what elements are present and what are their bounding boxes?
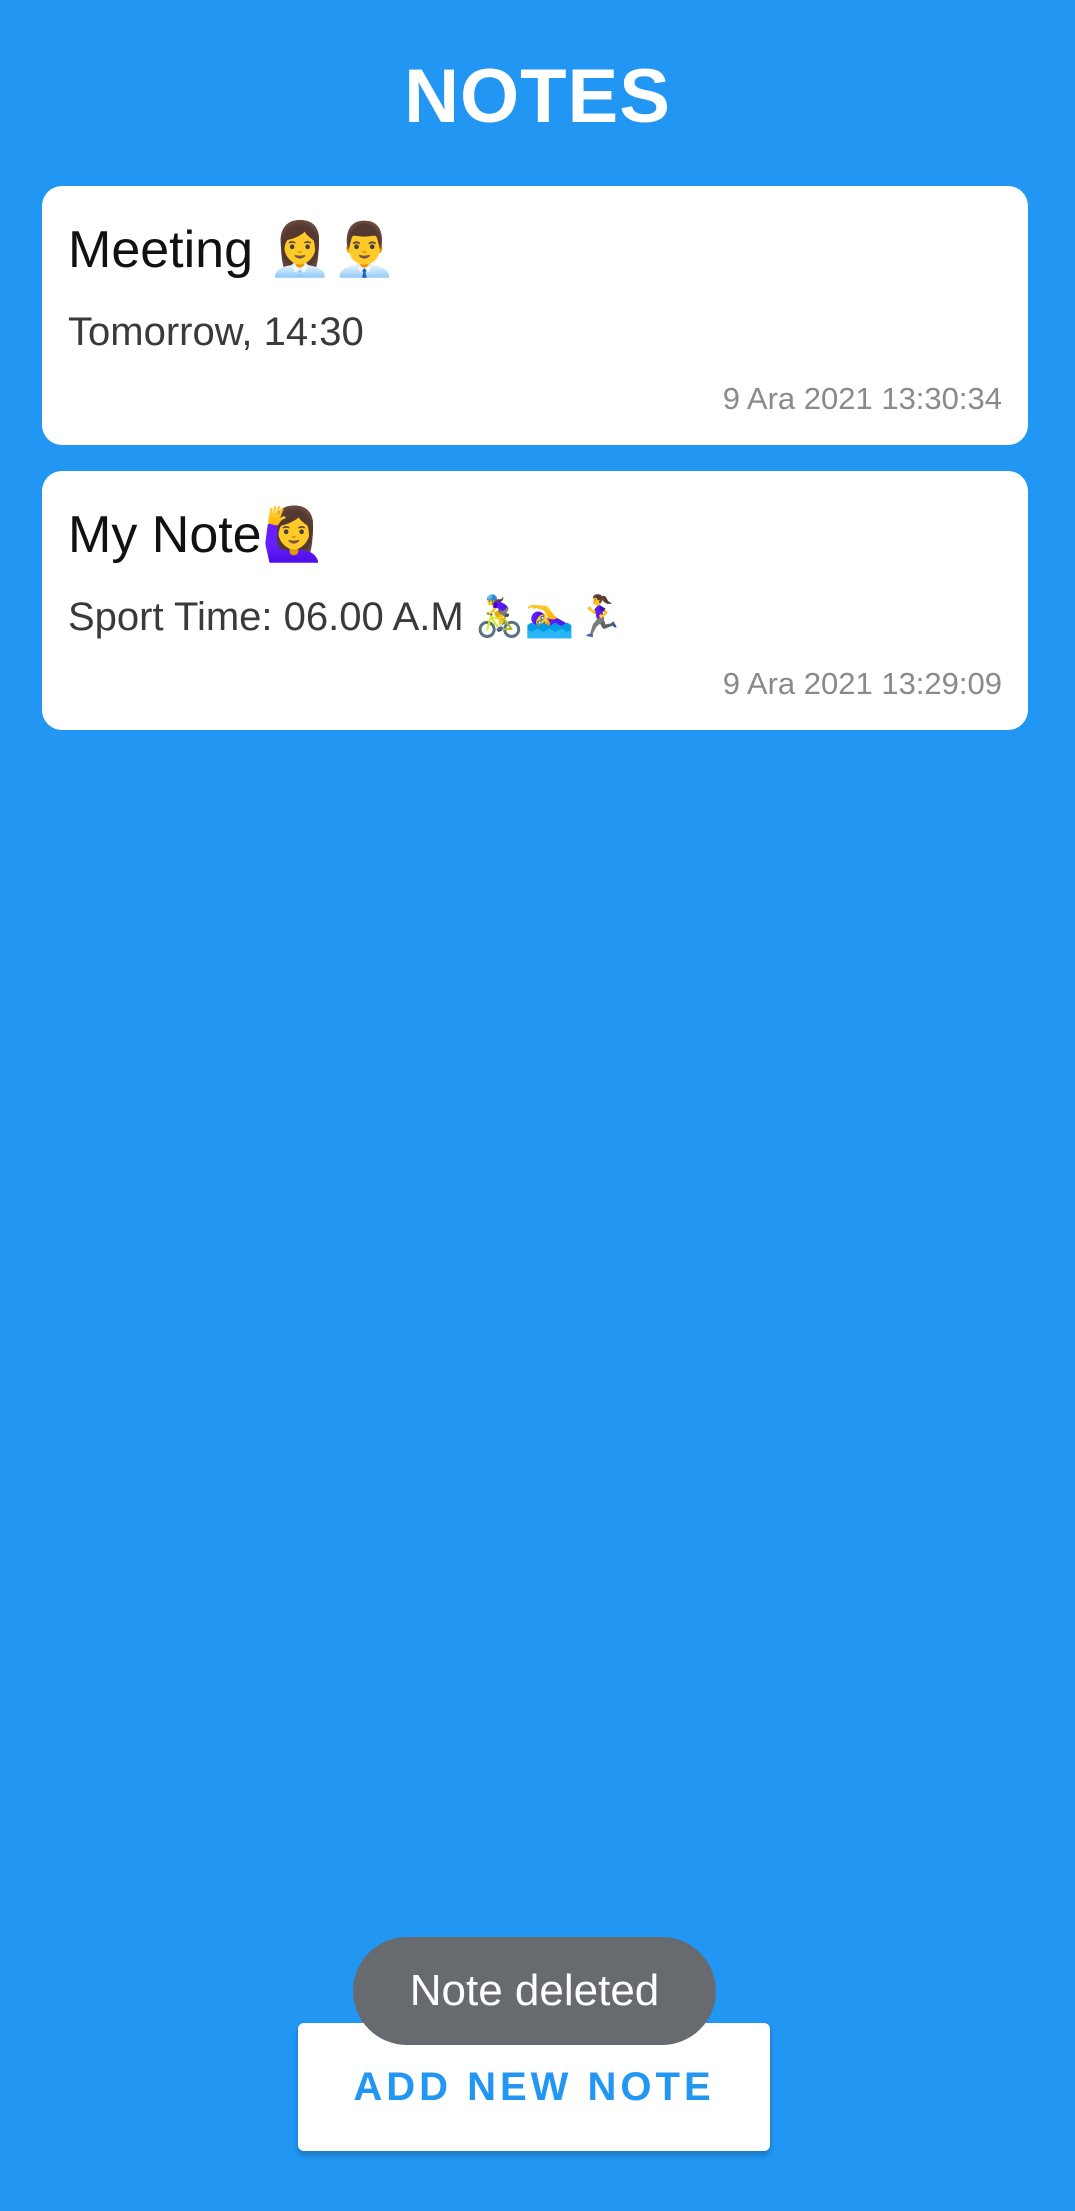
page-title: NOTES [404,54,671,139]
note-title: Meeting 👩‍💼👨‍💼 [68,221,397,279]
notes-list: Meeting 👩‍💼👨‍💼 Tomorrow, 14:30 9 Ara 202… [42,186,1028,756]
note-body: Sport Time: 06.00 A.M 🚴‍♀️🏊‍♀️🏃‍♀️ [68,595,625,639]
notes-screen: NOTES Meeting 👩‍💼👨‍💼 Tomorrow, 14:30 9 A… [0,0,1075,2211]
note-body: Tomorrow, 14:30 [68,310,364,354]
note-title: My Note🙋‍♀️ [68,506,327,564]
note-card[interactable]: My Note🙋‍♀️ Sport Time: 06.00 A.M 🚴‍♀️🏊‍… [42,471,1028,730]
note-card[interactable]: Meeting 👩‍💼👨‍💼 Tomorrow, 14:30 9 Ara 202… [42,186,1028,445]
note-date: 9 Ara 2021 13:29:09 [722,666,1002,701]
note-date: 9 Ara 2021 13:30:34 [722,381,1002,416]
toast-message: Note deleted [353,1937,716,2045]
